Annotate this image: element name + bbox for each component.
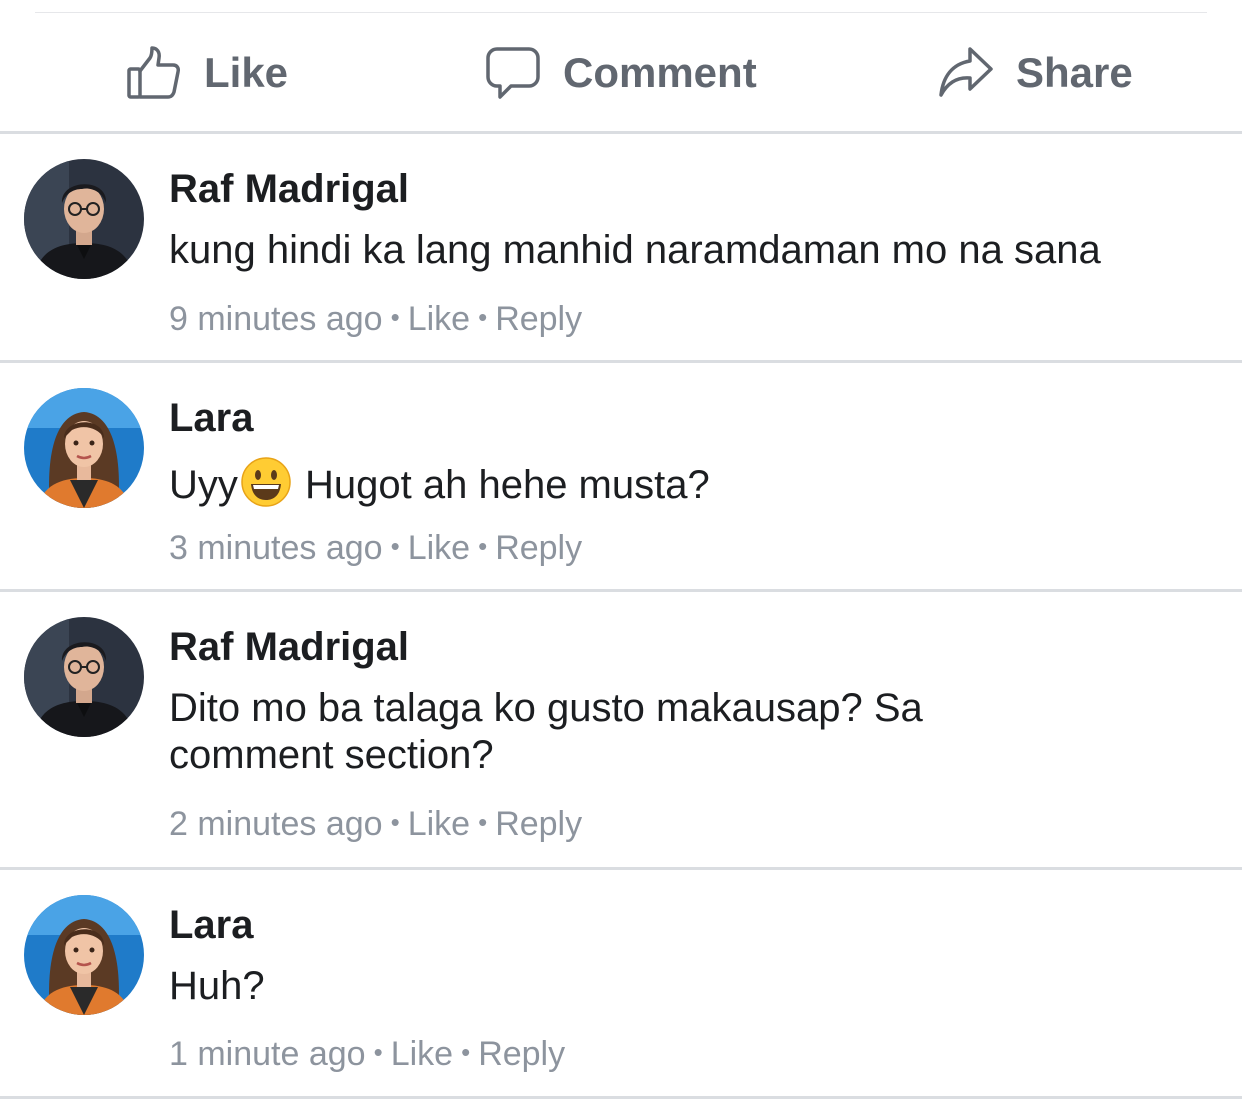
share-arrow-icon (938, 45, 994, 101)
comment-item: Raf Madrigal Dito mo ba talaga ko gusto … (0, 592, 1242, 867)
comment-meta: 2 minutes ago • Like • Reply (169, 805, 582, 844)
comment-label: Comment (563, 48, 757, 96)
separator-dot: • (461, 1037, 471, 1067)
comment-timestamp: 1 minute ago (169, 1035, 366, 1073)
separator-dot: • (478, 531, 488, 561)
comment-reply-link[interactable]: Reply (495, 300, 582, 338)
comment-timestamp: 3 minutes ago (169, 529, 383, 567)
separator-dot: • (390, 531, 400, 561)
comment-text: Huh? (169, 964, 265, 1008)
comment-author[interactable]: Raf Madrigal (169, 625, 409, 670)
comment-author[interactable]: Lara (169, 396, 254, 441)
separator-dot: • (390, 807, 400, 837)
comment-author[interactable]: Raf Madrigal (169, 167, 409, 212)
share-button[interactable]: Share (938, 13, 1133, 132)
comment-author[interactable]: Lara (169, 903, 254, 948)
share-label: Share (1016, 48, 1133, 96)
comment-meta: 1 minute ago • Like • Reply (169, 1035, 565, 1074)
comment-item: Lara Huh? 1 minute ago • Like • Reply (0, 870, 1242, 1096)
divider (0, 1096, 1242, 1099)
comment-text: kung hindi ka lang manhid naramdaman mo … (169, 228, 1101, 272)
avatar[interactable] (24, 388, 144, 508)
comment-text-start: Uyy (169, 463, 238, 507)
comment-meta: 9 minutes ago • Like • Reply (169, 300, 582, 339)
comment-timestamp: 2 minutes ago (169, 805, 383, 843)
comment-like-link[interactable]: Like (408, 805, 470, 843)
thumbs-up-icon (126, 45, 182, 101)
separator-dot: • (478, 807, 488, 837)
comment-timestamp: 9 minutes ago (169, 300, 383, 338)
comment-item: Raf Madrigal kung hindi ka lang manhid n… (0, 134, 1242, 360)
like-button[interactable]: Like (126, 13, 288, 132)
like-label: Like (204, 48, 289, 96)
separator-dot: • (373, 1037, 383, 1067)
comment-text-end: Hugot ah hehe musta? (293, 463, 710, 507)
comment-like-link[interactable]: Like (408, 300, 470, 338)
comment-like-link[interactable]: Like (391, 1035, 453, 1073)
speech-bubble-icon (485, 45, 541, 101)
comment-reply-link[interactable]: Reply (495, 529, 582, 567)
separator-dot: • (390, 302, 400, 332)
comment-meta: 3 minutes ago • Like • Reply (169, 529, 582, 568)
comment-reply-link[interactable]: Reply (478, 1035, 565, 1073)
avatar[interactable] (24, 895, 144, 1015)
comment-reply-link[interactable]: Reply (495, 805, 582, 843)
grinning-face-emoji-icon (240, 456, 292, 508)
comment-text: Dito mo ba talaga ko gusto makausap? Sa … (169, 686, 923, 777)
avatar[interactable] (24, 159, 144, 279)
comment-like-link[interactable]: Like (408, 529, 470, 567)
separator-dot: • (478, 302, 488, 332)
post-action-bar: Like Comment Share (0, 13, 1242, 132)
comment-text: Uyy Hugot ah hehe musta? (169, 456, 1209, 509)
avatar[interactable] (24, 617, 144, 737)
comment-item: Lara Uyy Hugot ah hehe musta? 3 minutes … (0, 363, 1242, 589)
